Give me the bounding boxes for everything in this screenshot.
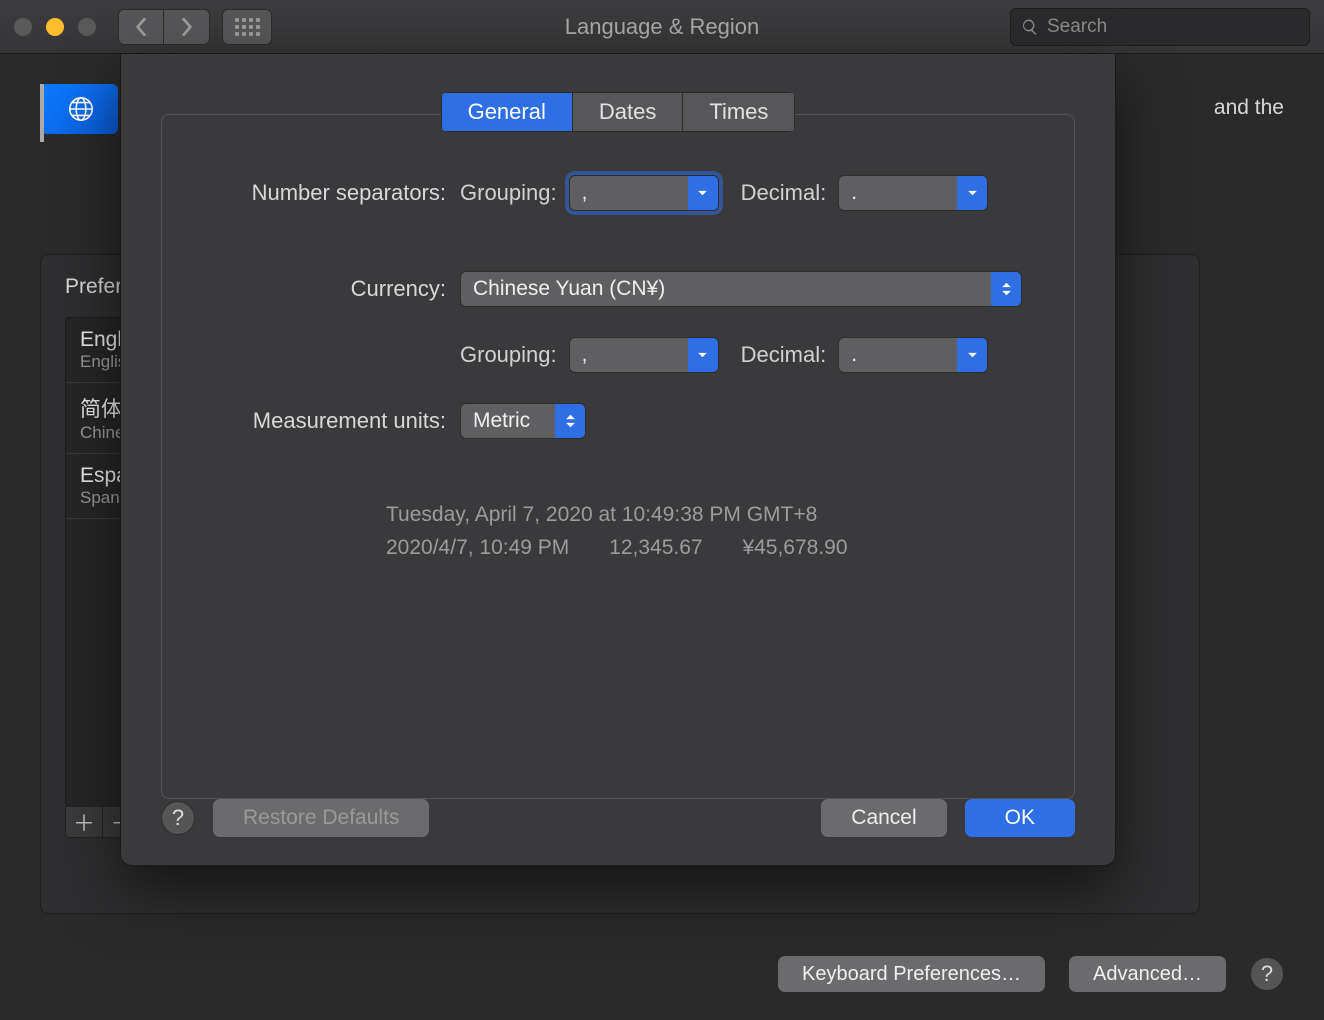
- number-decimal-select[interactable]: .: [838, 175, 988, 211]
- currency-grouping-label: Grouping:: [460, 342, 557, 368]
- measurement-label: Measurement units:: [206, 408, 446, 434]
- number-separators-label: Number separators:: [206, 180, 446, 206]
- search-icon: [1021, 18, 1039, 36]
- globe-flag-icon: [40, 84, 124, 144]
- advanced-button[interactable]: Advanced…: [1069, 956, 1226, 992]
- sheet-help-button[interactable]: ?: [161, 801, 195, 835]
- tab-dates[interactable]: Dates: [573, 92, 683, 132]
- currency-decimal-select[interactable]: .: [838, 337, 988, 373]
- grouping-label: Grouping:: [460, 180, 557, 206]
- add-language-button[interactable]: ＋: [65, 806, 103, 838]
- tab-content: Number separators: Grouping: , Decimal: …: [161, 114, 1075, 799]
- nav-buttons: [118, 9, 210, 45]
- chevron-down-icon: [957, 338, 987, 372]
- currency-grouping-select[interactable]: ,: [569, 337, 719, 373]
- keyboard-preferences-button[interactable]: Keyboard Preferences…: [778, 956, 1045, 992]
- search-field[interactable]: [1010, 8, 1310, 46]
- description-fragment: and the: [1214, 96, 1284, 120]
- format-preview: Tuesday, April 7, 2020 at 10:49:38 PM GM…: [206, 499, 1030, 564]
- forward-button[interactable]: [164, 9, 210, 45]
- grid-icon: [235, 18, 260, 36]
- minimize-window-button[interactable]: [46, 18, 64, 36]
- cancel-button[interactable]: Cancel: [821, 799, 946, 837]
- decimal-label: Decimal:: [741, 180, 827, 206]
- ok-button[interactable]: OK: [965, 799, 1075, 837]
- zoom-window-button[interactable]: [78, 18, 96, 36]
- number-grouping-select[interactable]: ,: [569, 175, 719, 211]
- preview-short-date: 2020/4/7, 10:49 PM: [386, 536, 569, 559]
- help-button[interactable]: ?: [1250, 957, 1284, 991]
- window-controls: [14, 18, 96, 36]
- search-input[interactable]: [1047, 16, 1299, 38]
- up-down-icon: [991, 272, 1021, 306]
- restore-defaults-button[interactable]: Restore Defaults: [213, 799, 429, 837]
- preview-datetime: Tuesday, April 7, 2020 at 10:49:38 PM GM…: [386, 499, 1030, 532]
- measurement-select[interactable]: Metric: [460, 403, 586, 439]
- currency-decimal-label: Decimal:: [741, 342, 827, 368]
- currency-select[interactable]: Chinese Yuan (CN¥): [460, 271, 1022, 307]
- preview-number: 12,345.67: [609, 536, 702, 559]
- preview-currency: ¥45,678.90: [742, 536, 847, 559]
- close-window-button[interactable]: [14, 18, 32, 36]
- up-down-icon: [555, 404, 585, 438]
- chevron-down-icon: [688, 338, 718, 372]
- chevron-down-icon: [688, 176, 718, 210]
- tab-times[interactable]: Times: [683, 92, 795, 132]
- chevron-down-icon: [957, 176, 987, 210]
- back-button[interactable]: [118, 9, 164, 45]
- tab-bar: General Dates Times: [441, 92, 796, 132]
- show-all-button[interactable]: [222, 9, 272, 45]
- advanced-sheet: General Dates Times Number separators: G…: [120, 54, 1116, 866]
- tab-general[interactable]: General: [441, 92, 573, 132]
- currency-label: Currency:: [206, 276, 446, 302]
- titlebar: Language & Region: [0, 0, 1324, 54]
